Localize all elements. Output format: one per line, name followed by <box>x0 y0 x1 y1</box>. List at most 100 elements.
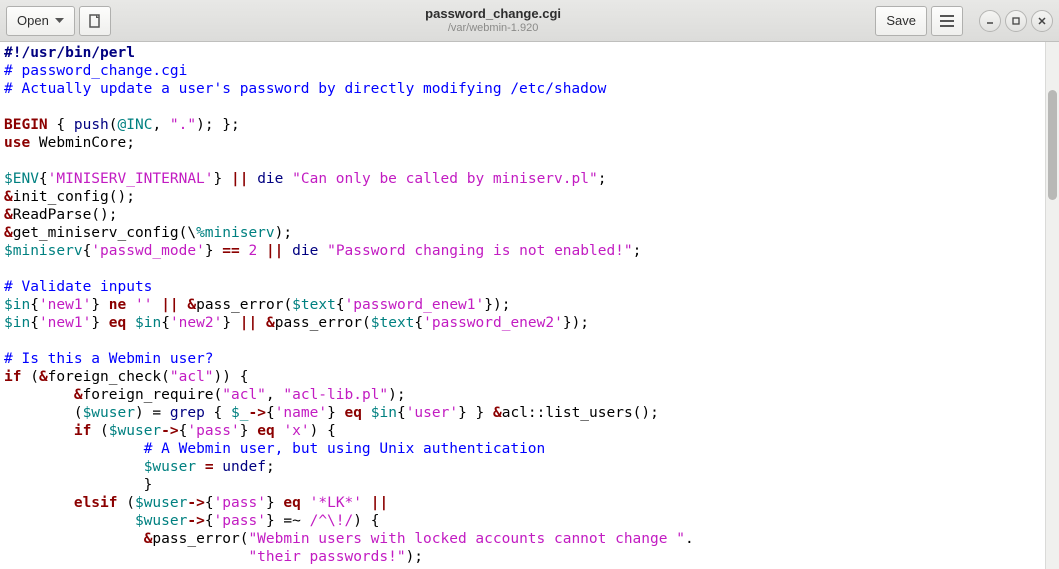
op: -> <box>161 423 178 439</box>
keyword: elsif <box>74 495 118 511</box>
vertical-scrollbar[interactable] <box>1045 42 1059 569</box>
op: || <box>371 495 388 511</box>
comment: # password_change.cgi <box>4 63 187 79</box>
maximize-button[interactable] <box>1005 10 1027 32</box>
string: "Webmin users with locked accounts canno… <box>248 531 685 547</box>
string: 'password_enew2' <box>423 315 563 331</box>
close-button[interactable] <box>1031 10 1053 32</box>
keyword: BEGIN <box>4 117 48 133</box>
func: push <box>74 117 109 133</box>
hamburger-icon <box>940 15 954 27</box>
string: "Can only be called by miniserv.pl" <box>292 171 598 187</box>
string: "acl" <box>170 369 214 385</box>
title-area: password_change.cgi /var/webmin-1.920 <box>115 7 872 33</box>
comment: # Actually update a user's password by d… <box>4 81 606 97</box>
var: $ENV <box>4 171 39 187</box>
close-icon <box>1038 17 1046 25</box>
string: "their passwords!" <box>248 549 405 565</box>
shebang-line: #!/usr/bin/perl <box>4 45 135 61</box>
text: pass_error( <box>196 297 292 313</box>
comment: # Is this a Webmin user? <box>4 351 214 367</box>
var: $wuser <box>144 459 196 475</box>
func: die <box>292 243 318 259</box>
string: 'pass' <box>187 423 239 439</box>
string: 'new2' <box>170 315 222 331</box>
titlebar: Open password_change.cgi /var/webmin-1.9… <box>0 0 1059 42</box>
text: pass_error( <box>275 315 371 331</box>
chevron-down-icon <box>55 18 64 24</box>
new-document-icon <box>87 13 103 29</box>
var: $text <box>292 297 336 313</box>
amp: & <box>74 387 83 403</box>
amp: & <box>187 297 196 313</box>
string: 'password_enew1' <box>345 297 485 313</box>
var: $_ <box>231 405 248 421</box>
var: $in <box>135 315 161 331</box>
text: ); <box>275 225 292 241</box>
amp: & <box>4 225 13 241</box>
op: || <box>231 171 248 187</box>
window-subtitle: /var/webmin-1.920 <box>115 22 872 34</box>
text: init_config(); <box>13 189 135 205</box>
op: = <box>205 459 214 475</box>
new-document-button[interactable] <box>79 6 111 36</box>
var: $wuser <box>83 405 135 421</box>
text: WebminCore; <box>30 135 135 151</box>
regex: /^\!/ <box>310 513 354 529</box>
func: die <box>257 171 283 187</box>
keyword: eq <box>109 315 126 331</box>
amp: & <box>4 207 13 223</box>
text: pass_error( <box>152 531 248 547</box>
var: $wuser <box>109 423 161 439</box>
string: 'name' <box>275 405 327 421</box>
code-editor[interactable]: #!/usr/bin/perl # password_change.cgi # … <box>0 42 1045 569</box>
string: '*LK*' <box>310 495 362 511</box>
keyword: if <box>74 423 91 439</box>
open-button[interactable]: Open <box>6 6 75 36</box>
text: get_miniserv_config( <box>13 225 188 241</box>
string: 'MINISERV_INTERNAL' <box>48 171 214 187</box>
op: -> <box>248 405 265 421</box>
string: '' <box>135 297 152 313</box>
save-label: Save <box>886 13 916 28</box>
keyword: use <box>4 135 30 151</box>
string: 'passwd_mode' <box>91 243 205 259</box>
save-button[interactable]: Save <box>875 6 927 36</box>
amp: & <box>39 369 48 385</box>
window-title: password_change.cgi <box>115 7 872 21</box>
amp: & <box>266 315 275 331</box>
editor-area: #!/usr/bin/perl # password_change.cgi # … <box>0 42 1059 569</box>
string: 'pass' <box>214 513 266 529</box>
string: 'new1' <box>39 315 91 331</box>
right-button-group: Save <box>875 6 1053 36</box>
var: @INC <box>118 117 153 133</box>
keyword: eq <box>283 495 300 511</box>
string: "." <box>170 117 196 133</box>
text: foreign_check( <box>48 369 170 385</box>
op: || <box>266 243 283 259</box>
hamburger-button[interactable] <box>931 6 963 36</box>
window-controls <box>975 10 1053 32</box>
op: || <box>240 315 257 331</box>
var: $text <box>371 315 415 331</box>
string: "acl" <box>222 387 266 403</box>
minimize-icon <box>986 17 994 25</box>
string: "acl-lib.pl" <box>283 387 388 403</box>
scrollbar-thumb[interactable] <box>1048 90 1057 200</box>
text: ReadParse(); <box>13 207 118 223</box>
func: undef <box>222 459 266 475</box>
op: -> <box>187 495 204 511</box>
op: || <box>161 297 178 313</box>
op: -> <box>187 513 204 529</box>
minimize-button[interactable] <box>979 10 1001 32</box>
open-label: Open <box>17 13 49 28</box>
num: 2 <box>248 243 257 259</box>
var: $in <box>371 405 397 421</box>
var: $wuser <box>135 513 187 529</box>
keyword: ne <box>109 297 126 313</box>
var: $miniserv <box>4 243 83 259</box>
amp: & <box>493 405 502 421</box>
var: $in <box>4 315 30 331</box>
string: 'x' <box>283 423 309 439</box>
string: 'pass' <box>214 495 266 511</box>
